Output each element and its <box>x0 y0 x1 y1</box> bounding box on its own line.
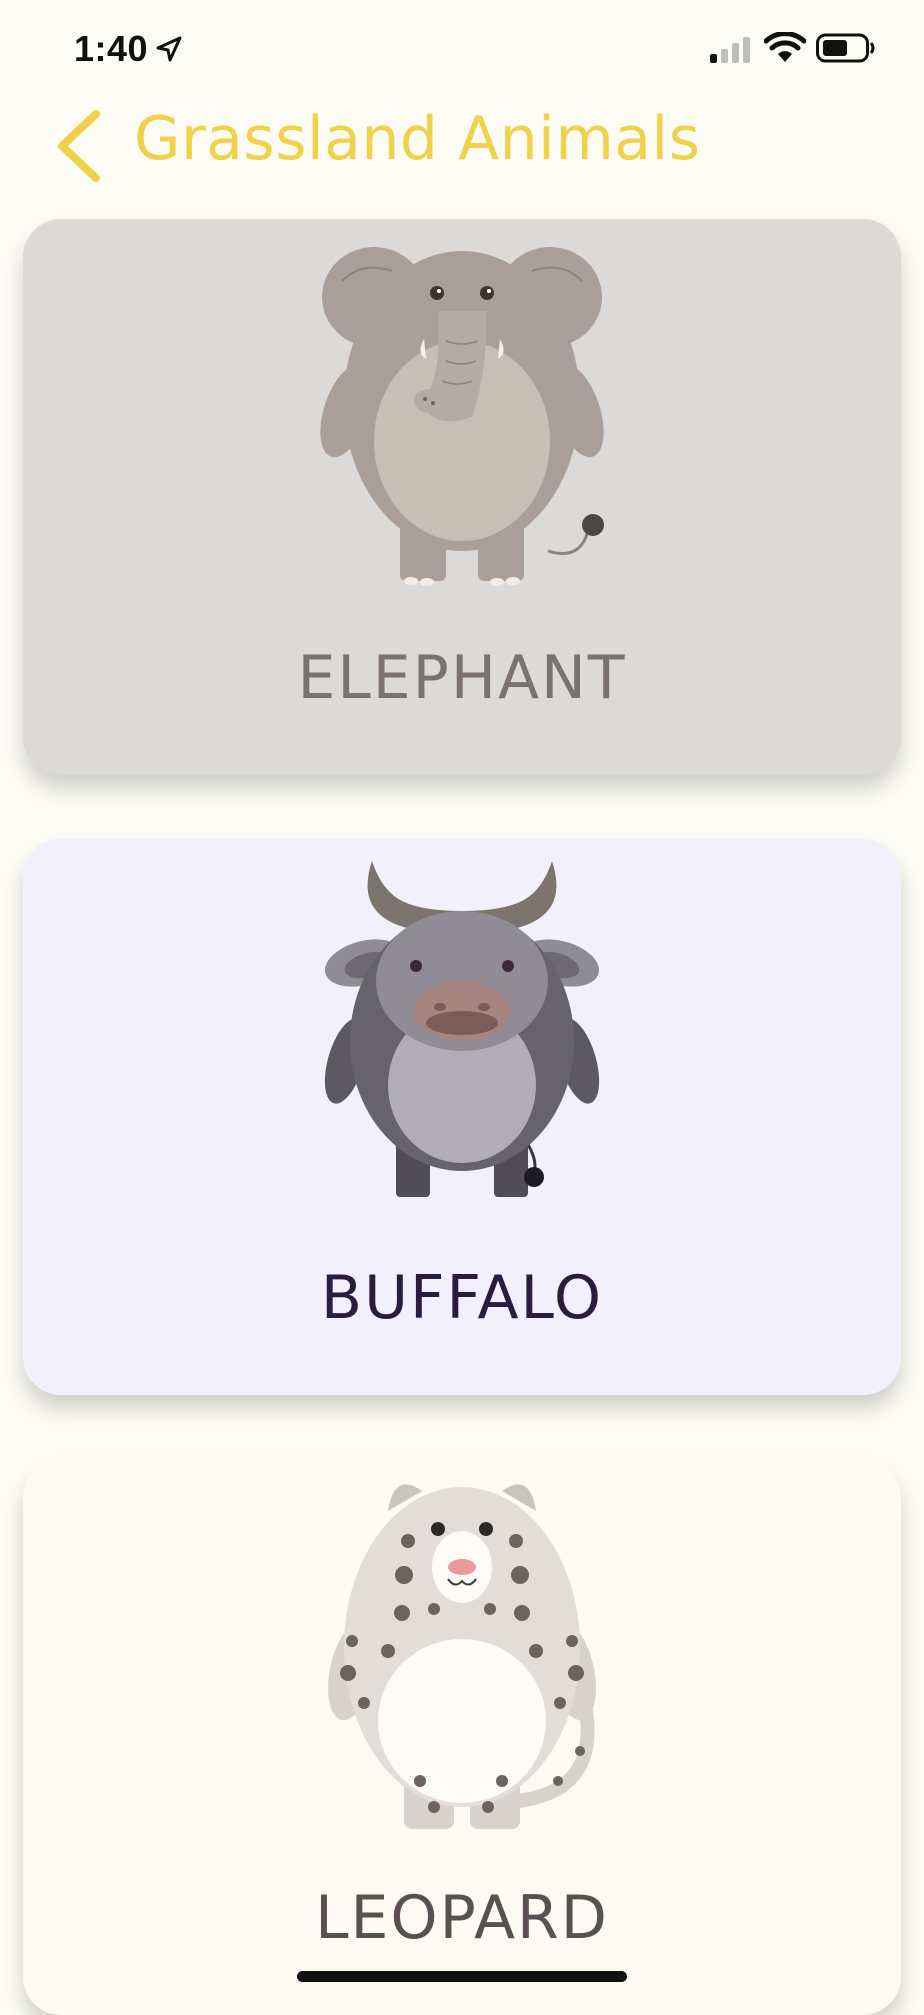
elephant-illustration <box>320 247 604 586</box>
cellular-signal-icon <box>710 37 750 63</box>
animal-name-label: ELEPHANT <box>297 643 627 713</box>
status-bar: 1:40 <box>0 0 924 100</box>
animal-name-label: LEOPARD <box>315 1883 609 1953</box>
animal-card-leopard[interactable]: LEOPARD <box>23 1459 901 2015</box>
animal-card-elephant[interactable]: ELEPHANT <box>23 219 901 775</box>
back-button[interactable] <box>52 106 108 186</box>
animal-card-buffalo[interactable]: BUFFALO <box>23 839 901 1395</box>
home-indicator[interactable] <box>297 1971 627 1982</box>
leopard-illustration <box>328 1484 596 1829</box>
page-title: Grassland Animals <box>134 104 701 174</box>
wifi-icon <box>764 32 806 62</box>
chevron-left-icon <box>58 110 100 182</box>
animal-name-label: BUFFALO <box>320 1263 604 1333</box>
battery-icon <box>816 33 875 63</box>
status-time: 1:40 <box>74 28 149 69</box>
location-arrow-icon <box>156 36 182 62</box>
buffalo-illustration <box>324 861 600 1197</box>
